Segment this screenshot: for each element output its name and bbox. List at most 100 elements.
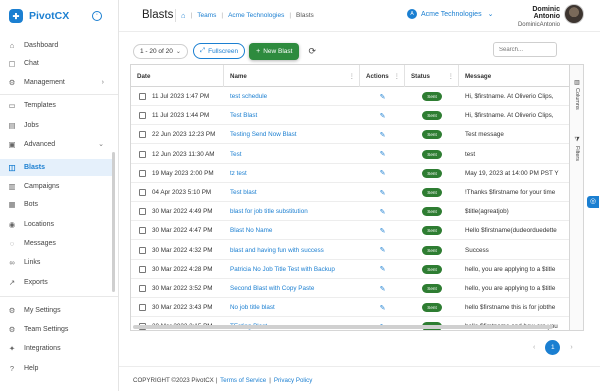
sidebar-scrollbar[interactable]: [112, 152, 115, 292]
edit-icon[interactable]: ✎: [380, 112, 386, 120]
blast-name-link[interactable]: blast for job title substitution: [230, 208, 308, 215]
blast-name-link[interactable]: tz test: [230, 170, 247, 177]
sidebar-item-exports[interactable]: ↗ Exports: [0, 275, 114, 289]
row-checkbox[interactable]: [139, 246, 146, 254]
blast-name-link[interactable]: Test Blast: [230, 112, 257, 119]
next-page-icon[interactable]: ›: [570, 344, 572, 351]
table-row[interactable]: 12 Jun 2023 11:30 AM Test ✎ Sent test: [131, 145, 569, 164]
date-cell: 30 Mar 2022 3:43 PM: [139, 298, 224, 317]
blast-name-link[interactable]: test schedule: [230, 93, 267, 100]
table-row[interactable]: 30 Mar 2022 4:32 PM blast and having fun …: [131, 241, 569, 260]
row-checkbox[interactable]: [139, 131, 146, 139]
row-checkbox[interactable]: [139, 265, 146, 273]
blast-name-link[interactable]: Test: [230, 151, 242, 158]
edit-icon[interactable]: ✎: [380, 189, 386, 197]
help-widget-icon[interactable]: ◎: [587, 196, 599, 208]
edit-icon[interactable]: ✎: [380, 93, 386, 101]
privacy-link[interactable]: Privacy Policy: [274, 377, 313, 384]
sidebar-item-my-settings[interactable]: ⚙ My Settings: [0, 303, 114, 317]
edit-icon[interactable]: ✎: [380, 246, 386, 254]
column-header-actions[interactable]: Actions ⋮: [360, 65, 405, 87]
sidebar-item-locations[interactable]: ◉ Locations: [0, 217, 114, 231]
blast-name-link[interactable]: blast and having fun with success: [230, 247, 324, 254]
new-blast-button[interactable]: + New Blast: [249, 42, 300, 60]
table-row[interactable]: 30 Mar 2022 4:28 PM Patricia No Job Title…: [131, 260, 569, 279]
columns-panel-tab[interactable]: ▥ Columns: [571, 79, 583, 110]
home-icon[interactable]: ⌂: [181, 11, 186, 20]
column-header-date[interactable]: Date: [131, 65, 224, 87]
table-row[interactable]: 22 Jun 2023 12:23 PM Testing Send Now Bla…: [131, 125, 569, 145]
table-row[interactable]: 30 Mar 2022 4:49 PM blast for job title s…: [131, 202, 569, 222]
sidebar-item-bots[interactable]: ▦ Bots: [0, 197, 114, 211]
blast-name-link[interactable]: Test blast: [230, 189, 257, 196]
user-menu[interactable]: Dominic Antonio DominicAntonio: [505, 6, 560, 28]
sidebar-item-advanced[interactable]: ▣ Advanced ⌄: [0, 137, 114, 151]
sidebar-item-blasts[interactable]: ◫ Blasts: [0, 159, 114, 176]
horizontal-scrollbar[interactable]: [133, 325, 553, 329]
previous-page-icon[interactable]: ‹: [533, 344, 535, 351]
sidebar-item-messages[interactable]: ◌ Messages: [0, 236, 114, 250]
breadcrumb-teams[interactable]: Teams: [197, 12, 216, 19]
row-checkbox[interactable]: [139, 285, 146, 292]
filters-panel-tab[interactable]: ⧩ Filters: [571, 137, 583, 161]
sidebar-item-templates[interactable]: ▭ Templates: [0, 98, 114, 112]
fullscreen-button[interactable]: ⤢ Fullscreen: [192, 43, 246, 59]
blast-name-link[interactable]: Second Blast with Copy Paste: [230, 285, 314, 292]
row-checkbox[interactable]: [139, 189, 146, 196]
blast-name-link[interactable]: Blast No Name: [230, 227, 272, 234]
sidebar-item-help[interactable]: ? Help: [0, 361, 114, 375]
sidebar-item-management[interactable]: ⚙ Management ›: [0, 75, 114, 89]
column-menu-icon[interactable]: ⋮: [394, 73, 400, 80]
blast-name-link[interactable]: No job title blast: [230, 304, 275, 311]
column-header-message[interactable]: Message: [459, 65, 569, 87]
edit-icon[interactable]: ✎: [380, 304, 386, 312]
row-checkbox[interactable]: [139, 93, 146, 100]
table-row[interactable]: 30 Mar 2022 3:43 PM No job title blast ✎ Se…: [131, 298, 569, 318]
edit-icon[interactable]: ✎: [380, 265, 386, 273]
table-row[interactable]: 04 Apr 2023 5:10 PM Test blast ✎ Sent !Thank…: [131, 183, 569, 202]
row-checkbox[interactable]: [139, 208, 146, 216]
row-checkbox[interactable]: [139, 150, 146, 158]
sidebar-item-jobs[interactable]: ▤ Jobs: [0, 118, 114, 132]
sidebar-item-team-settings[interactable]: ⚙ Team Settings: [0, 322, 114, 336]
table-row[interactable]: 11 Jul 2023 1:47 PM test schedule ✎ Sent Hi,…: [131, 87, 569, 106]
org-selector[interactable]: A Acme Technologies ⌄: [407, 9, 493, 19]
table-row[interactable]: 30 Mar 2022 3:52 PM Second Blast with Cop…: [131, 279, 569, 298]
column-menu-icon[interactable]: ⋮: [349, 73, 355, 80]
breadcrumb-org[interactable]: Acme Technologies: [228, 12, 284, 19]
terms-link[interactable]: Terms of Service: [220, 377, 266, 384]
row-checkbox[interactable]: [139, 112, 146, 120]
column-menu-icon[interactable]: ⋮: [448, 73, 454, 80]
sidebar-item-label: Bots: [24, 200, 39, 208]
blast-name-link[interactable]: Patricia No Job Title Test with Backup: [230, 266, 335, 273]
refresh-icon[interactable]: ⟳: [308, 46, 316, 57]
edit-icon[interactable]: ✎: [380, 150, 386, 158]
page-button-current[interactable]: 1: [545, 340, 561, 355]
sidebar-item-dashboard[interactable]: ⌂ Dashboard: [0, 38, 114, 52]
row-checkbox[interactable]: [139, 169, 146, 177]
sidebar-item-campaigns[interactable]: ▥ Campaigns: [0, 179, 114, 193]
page-size-select[interactable]: 1 - 20 of 20 ⌄: [133, 43, 188, 59]
chevron-right-icon: ›: [101, 78, 104, 86]
user-name: Dominic Antonio: [532, 6, 560, 20]
column-header-status[interactable]: Status ⋮: [405, 65, 459, 87]
table-row[interactable]: 19 May 2023 2:00 PM tz test ✎ Sent May 19, 2…: [131, 164, 569, 183]
column-header-name[interactable]: Name ⋮: [224, 65, 360, 87]
blast-name-link[interactable]: Testing Send Now Blast: [230, 131, 297, 138]
sidebar-item-links[interactable]: ∞ Links: [0, 255, 114, 269]
avatar[interactable]: [564, 4, 584, 24]
brand-logo[interactable]: ✚ PivotCX: [9, 8, 69, 24]
table-row[interactable]: 11 Jul 2023 1:44 PM Test Blast ✎ Sent Hi, $f…: [131, 106, 569, 126]
edit-icon[interactable]: ✎: [380, 285, 386, 293]
search-input[interactable]: [493, 42, 557, 57]
edit-icon[interactable]: ✎: [380, 131, 386, 139]
edit-icon[interactable]: ✎: [380, 227, 386, 235]
sidebar-item-chat[interactable]: ▢ Chat: [0, 56, 114, 70]
table-row[interactable]: 30 Mar 2022 4:47 PM Blast No Name ✎ Sent Hel…: [131, 221, 569, 241]
sidebar-item-integrations[interactable]: ✦ Integrations: [0, 341, 114, 355]
row-checkbox[interactable]: [139, 227, 146, 235]
sidebar-collapse-icon[interactable]: ◦: [92, 11, 102, 21]
edit-icon[interactable]: ✎: [380, 208, 386, 216]
row-checkbox[interactable]: [139, 304, 146, 312]
edit-icon[interactable]: ✎: [380, 169, 386, 177]
